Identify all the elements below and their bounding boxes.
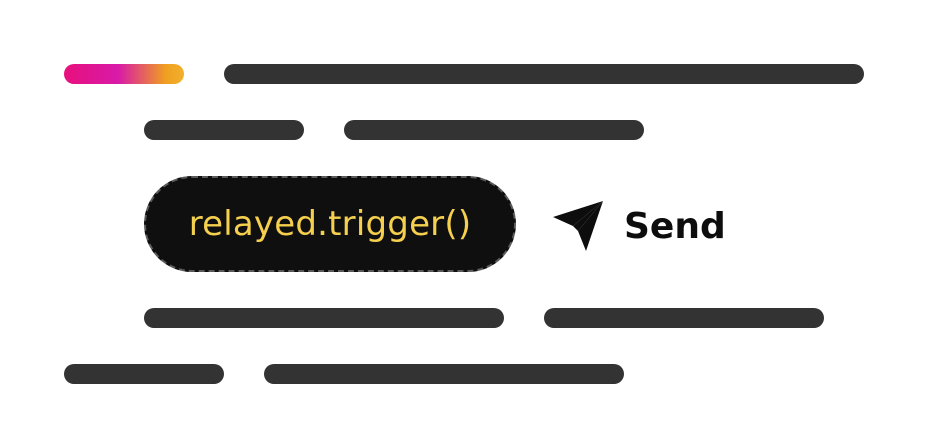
placeholder-line (544, 308, 824, 328)
placeholder-line (144, 120, 304, 140)
send-icon (548, 196, 608, 256)
placeholder-line (344, 120, 644, 140)
placeholder-line (144, 308, 504, 328)
code-chip: relayed.trigger() (144, 176, 516, 272)
accent-bar (64, 64, 184, 84)
placeholder-line (224, 64, 864, 84)
placeholder-line (64, 364, 224, 384)
send-button[interactable]: Send (548, 196, 726, 256)
placeholder-line (264, 364, 624, 384)
code-text: relayed.trigger() (188, 204, 472, 244)
send-label: Send (624, 205, 726, 247)
